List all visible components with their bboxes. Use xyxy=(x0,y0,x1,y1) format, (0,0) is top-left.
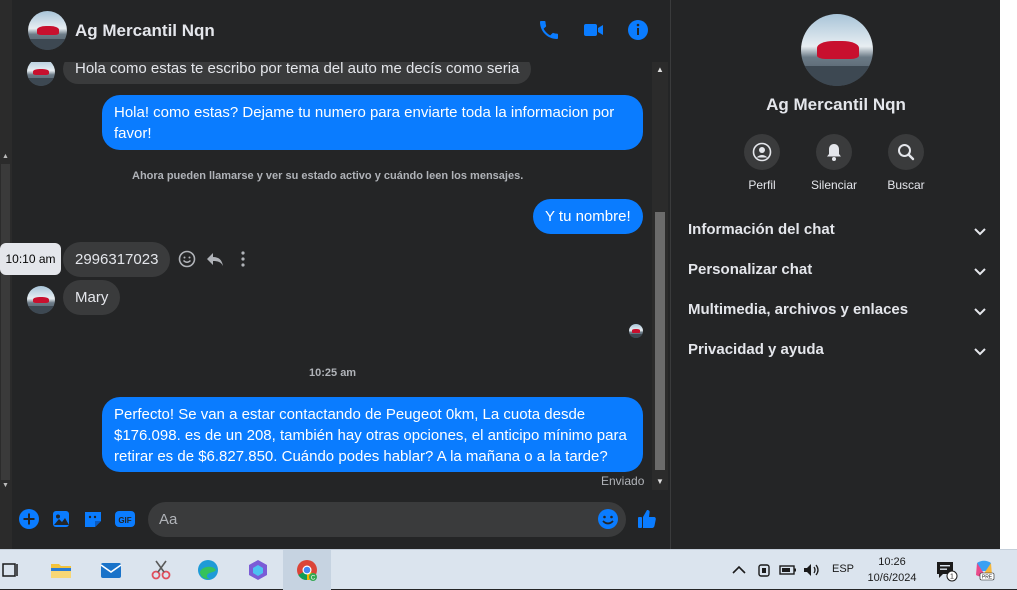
messenger-window: ▲ ▼ Ag Mercantil Nqn Hola como estas te … xyxy=(0,0,1017,549)
scroll-down-arrow[interactable]: ▼ xyxy=(1,481,10,490)
message-input[interactable] xyxy=(148,502,626,537)
system-clock[interactable]: 10:26 10/6/2024 xyxy=(862,554,922,586)
message-time-tooltip: 10:10 am xyxy=(0,243,61,275)
profile-button[interactable]: Perfil xyxy=(727,134,797,192)
message-incoming[interactable]: Hola como estas te escribo por tema del … xyxy=(63,62,532,84)
copilot-pre-icon[interactable]: PRE xyxy=(972,558,996,582)
section-label: Personalizar chat xyxy=(688,261,813,278)
section-privacy-help[interactable]: Privacidad y ayuda xyxy=(688,341,988,365)
copilot-icon[interactable] xyxy=(246,558,270,582)
chat-details-panel: Ag Mercantil Nqn Perfil Silenciar Buscar… xyxy=(670,0,1000,549)
search-button[interactable]: Buscar xyxy=(871,134,941,192)
edge-icon[interactable] xyxy=(196,558,220,582)
clock-time: 10:26 xyxy=(878,556,906,568)
notification-count: 1 xyxy=(950,574,954,581)
section-chat-info[interactable]: Información del chat xyxy=(688,221,988,245)
mail-icon[interactable] xyxy=(99,558,123,582)
read-receipt-avatar xyxy=(629,324,643,338)
section-label: Privacidad y ayuda xyxy=(688,341,824,358)
svg-text:PRE: PRE xyxy=(982,575,993,581)
contact-name[interactable]: Ag Mercantil Nqn xyxy=(75,21,215,41)
message-incoming[interactable]: 2996317023 xyxy=(63,242,171,277)
phone-icon[interactable] xyxy=(537,18,561,42)
scroll-track[interactable] xyxy=(1,164,10,480)
message-scrollbar[interactable]: ▲ ▼ xyxy=(652,62,668,490)
meet-now-icon[interactable] xyxy=(756,558,774,582)
section-customize-chat[interactable]: Personalizar chat xyxy=(688,261,988,285)
contact-avatar[interactable] xyxy=(28,11,67,50)
snipping-tool-icon[interactable] xyxy=(149,558,173,582)
input-language[interactable]: ESP xyxy=(832,563,854,575)
scroll-up-arrow[interactable]: ▲ xyxy=(652,64,668,76)
time-divider: 10:25 am xyxy=(309,367,357,379)
message-outgoing[interactable]: Hola! como estas? Dejame tu numero para … xyxy=(102,95,643,150)
task-view-icon[interactable] xyxy=(0,558,20,582)
battery-icon[interactable] xyxy=(778,558,798,582)
profile-label: Perfil xyxy=(748,178,776,192)
message-incoming[interactable]: Mary xyxy=(63,280,121,315)
chevron-down-icon xyxy=(974,348,986,356)
more-options-icon[interactable] xyxy=(233,249,253,269)
message-outgoing[interactable]: Y tu nombre! xyxy=(533,199,643,234)
chrome-icon[interactable]: C xyxy=(295,558,319,582)
sender-avatar[interactable] xyxy=(27,286,55,314)
scroll-up-arrow[interactable]: ▲ xyxy=(1,152,10,161)
bell-icon xyxy=(827,144,841,161)
windows-taskbar: C ESP 10:26 10/6/2024 1 PRE xyxy=(0,549,1017,590)
sent-status: Enviado xyxy=(601,474,645,488)
clock-date: 10/6/2024 xyxy=(867,572,917,584)
file-explorer-icon[interactable] xyxy=(49,558,73,582)
volume-icon[interactable] xyxy=(801,558,821,582)
show-hidden-icons-icon[interactable] xyxy=(730,558,748,582)
chevron-down-icon xyxy=(974,308,986,316)
search-label: Buscar xyxy=(887,178,925,192)
reply-icon[interactable] xyxy=(205,249,225,269)
scroll-thumb[interactable] xyxy=(655,212,665,470)
svg-text:GIF: GIF xyxy=(118,516,131,525)
mute-label: Silenciar xyxy=(810,178,858,192)
profile-avatar[interactable] xyxy=(801,14,873,86)
search-icon xyxy=(898,144,915,161)
photo-icon[interactable] xyxy=(50,508,72,530)
emoji-icon[interactable] xyxy=(597,508,619,530)
sticker-icon[interactable] xyxy=(82,508,104,530)
section-label: Multimedia, archivos y enlaces xyxy=(688,301,909,318)
sender-avatar[interactable] xyxy=(27,62,55,86)
gif-icon[interactable]: GIF xyxy=(114,508,136,530)
chat-header: Ag Mercantil Nqn xyxy=(12,0,670,62)
profile-icon xyxy=(752,142,772,162)
notifications-icon[interactable]: 1 xyxy=(934,558,958,582)
system-note: Ahora pueden llamarse y ver su estado ac… xyxy=(132,170,524,182)
section-media-files[interactable]: Multimedia, archivos y enlaces xyxy=(688,301,988,325)
mute-button[interactable]: Silenciar xyxy=(799,134,869,192)
chevron-down-icon xyxy=(974,228,986,236)
react-emoji-icon[interactable] xyxy=(177,249,197,269)
section-label: Información del chat xyxy=(688,221,835,238)
profile-name: Ag Mercantil Nqn xyxy=(766,95,906,114)
info-icon[interactable] xyxy=(626,18,650,42)
plus-circle-icon[interactable] xyxy=(18,508,40,530)
composer: GIF xyxy=(12,494,670,549)
background-window xyxy=(1000,0,1017,549)
chevron-down-icon xyxy=(974,268,986,276)
video-icon[interactable] xyxy=(582,18,606,42)
message-list[interactable]: Hola como estas te escribo por tema del … xyxy=(12,62,652,494)
scroll-down-arrow[interactable]: ▼ xyxy=(652,476,668,488)
svg-text:C: C xyxy=(311,576,316,582)
like-icon[interactable] xyxy=(636,508,658,530)
message-outgoing[interactable]: Perfecto! Se van a estar contactando de … xyxy=(102,397,643,472)
